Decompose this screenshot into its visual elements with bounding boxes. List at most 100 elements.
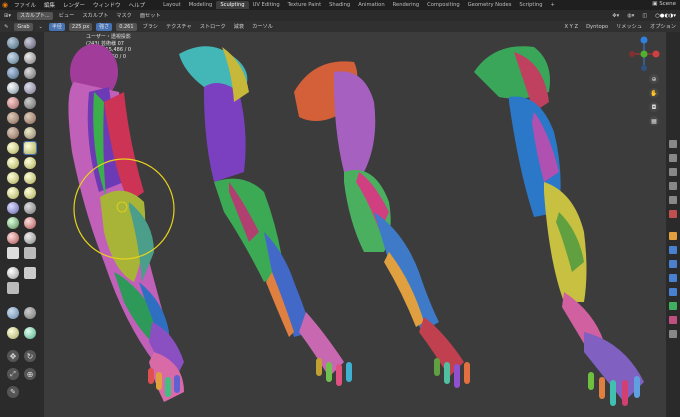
gizmo-neg-x-axis[interactable]: [629, 51, 635, 57]
menu-file[interactable]: ファイル: [10, 1, 40, 9]
camera-view-icon[interactable]: ◘: [649, 102, 659, 112]
tool-thumb-icon[interactable]: [7, 172, 19, 184]
tool-scrape-icon[interactable]: [7, 127, 19, 139]
tab-rendering[interactable]: Rendering: [389, 1, 424, 9]
dyntopo-toggle[interactable]: Dyntopo: [582, 24, 612, 30]
tool-rotate-icon[interactable]: [24, 187, 36, 199]
tab-uv-editing[interactable]: UV Editing: [249, 1, 284, 9]
tool-annotate-icon[interactable]: ✎: [7, 386, 19, 398]
tab-compositing[interactable]: Compositing: [423, 1, 464, 9]
tab-animation[interactable]: Animation: [354, 1, 388, 9]
tool-inflate-icon[interactable]: [7, 82, 19, 94]
particles-properties-icon[interactable]: [669, 260, 677, 268]
pan-hand-icon[interactable]: ✋: [649, 88, 659, 98]
world-properties-icon[interactable]: [669, 210, 677, 218]
tool-pose-icon[interactable]: [24, 172, 36, 184]
tool-boundary-icon[interactable]: [24, 202, 36, 214]
xray-toggle-icon[interactable]: ◫: [638, 13, 651, 19]
gizmo-x-axis[interactable]: [652, 50, 660, 58]
strength-label[interactable]: 強さ: [96, 22, 113, 31]
menu-window[interactable]: ウィンドウ: [89, 1, 125, 9]
dropdown-falloff[interactable]: 減衰: [230, 23, 248, 30]
options-dropdown[interactable]: オプション: [646, 23, 680, 30]
tool-mesh-filter-icon[interactable]: [7, 307, 19, 319]
tool-snake-hook-icon[interactable]: [24, 157, 36, 169]
tool-draw-face-sets-icon[interactable]: [24, 232, 36, 244]
blender-logo-icon[interactable]: ◉: [0, 0, 10, 10]
dropdown-cursor[interactable]: カーソル: [248, 23, 277, 30]
viewport-gizmo-toggle-icon[interactable]: ✥▾: [608, 13, 623, 19]
zoom-icon[interactable]: ⊕: [649, 74, 659, 84]
tool-clay-strips-icon[interactable]: [24, 52, 36, 64]
overlay-toggle-icon[interactable]: ◍▾: [623, 13, 638, 19]
tool-draw-icon[interactable]: [7, 37, 19, 49]
tool-cloth-icon[interactable]: [7, 217, 19, 229]
brush-icon[interactable]: ✎: [0, 24, 12, 30]
symmetry-axis[interactable]: X Y Z: [560, 24, 582, 30]
tool-nudge-icon[interactable]: [7, 187, 19, 199]
tool-edit-face-set-icon[interactable]: [24, 327, 36, 339]
arm-model-1[interactable]: [68, 44, 184, 402]
data-properties-icon[interactable]: [669, 302, 677, 310]
menu-sculpt[interactable]: スカルプト: [78, 12, 112, 19]
tool-move-icon[interactable]: ✥: [7, 350, 19, 362]
sculpt-models[interactable]: [44, 32, 666, 417]
tool-color-filter-icon[interactable]: [7, 327, 19, 339]
arm-model-4[interactable]: [474, 46, 644, 406]
gizmo-y-axis[interactable]: [640, 50, 648, 58]
tool-box-hide-icon[interactable]: [24, 247, 36, 259]
tool-smooth-icon[interactable]: [24, 97, 36, 109]
physics-properties-icon[interactable]: [669, 274, 677, 282]
gizmo-z-axis[interactable]: [640, 36, 648, 44]
gizmo-neg-z-axis[interactable]: [641, 65, 647, 71]
dropdown-texture[interactable]: テクスチャ: [162, 23, 196, 30]
tab-geometry-nodes[interactable]: Geometry Nodes: [464, 1, 516, 9]
editor-type-icon[interactable]: ⊞▾: [0, 13, 15, 19]
output-properties-icon[interactable]: [669, 168, 677, 176]
menu-face-sets[interactable]: 面セット: [136, 12, 165, 19]
radius-label[interactable]: 半径: [48, 22, 65, 31]
dropdown-stroke[interactable]: ストローク: [196, 23, 230, 30]
render-properties-icon[interactable]: [669, 154, 677, 162]
tab-texture-paint[interactable]: Texture Paint: [284, 1, 325, 9]
texture-properties-icon[interactable]: [669, 330, 677, 338]
tool-elastic-deform-icon[interactable]: [7, 157, 19, 169]
tool-cloth-filter-icon[interactable]: [24, 307, 36, 319]
tool-rotate-transform-icon[interactable]: ↻: [24, 350, 36, 362]
tool-draw-sharp-icon[interactable]: [24, 37, 36, 49]
tool-slide-relax-icon[interactable]: [7, 202, 19, 214]
tool-line-project-icon[interactable]: [7, 282, 19, 294]
menu-help[interactable]: ヘルプ: [125, 1, 150, 9]
menu-view[interactable]: ビュー: [55, 12, 79, 19]
tab-shading[interactable]: Shading: [325, 1, 354, 9]
remesh-dropdown[interactable]: リメッシュ: [612, 23, 646, 30]
navigation-gizmo[interactable]: [626, 36, 662, 72]
mode-selector[interactable]: スカルプト...: [16, 11, 53, 20]
tool-box-mask-icon[interactable]: [7, 247, 19, 259]
tool-properties-icon[interactable]: [669, 140, 677, 148]
tool-pinch-icon[interactable]: [7, 142, 19, 154]
tool-simplify-icon[interactable]: [24, 217, 36, 229]
scene-selector[interactable]: ▣ Scene: [652, 1, 676, 7]
modifier-properties-icon[interactable]: [669, 246, 677, 254]
material-properties-icon[interactable]: [669, 316, 677, 324]
scene-properties-icon[interactable]: [669, 196, 677, 204]
tool-clay-thumb-icon[interactable]: [7, 67, 19, 79]
tool-mask-icon[interactable]: [7, 232, 19, 244]
menu-edit[interactable]: 編集: [40, 1, 59, 9]
menu-mask[interactable]: マスク: [112, 12, 136, 19]
shading-modes-icon[interactable]: ○●◐◑▾: [651, 13, 680, 19]
menu-render[interactable]: レンダー: [59, 1, 89, 9]
tab-layout[interactable]: Layout: [159, 1, 185, 9]
tool-box-trim-icon[interactable]: [24, 267, 36, 279]
tab-sculpting[interactable]: Sculpting: [216, 1, 249, 9]
tool-box-face-set-icon[interactable]: [7, 267, 19, 279]
perspective-toggle-icon[interactable]: ▦: [649, 116, 659, 126]
tool-flatten-icon[interactable]: [7, 112, 19, 124]
constraints-properties-icon[interactable]: [669, 288, 677, 296]
add-workspace-button[interactable]: +: [547, 1, 559, 9]
radius-field[interactable]: 225 px: [68, 22, 93, 31]
view-layer-properties-icon[interactable]: [669, 182, 677, 190]
tool-layer-icon[interactable]: [24, 67, 36, 79]
tab-scripting[interactable]: Scripting: [515, 1, 546, 9]
